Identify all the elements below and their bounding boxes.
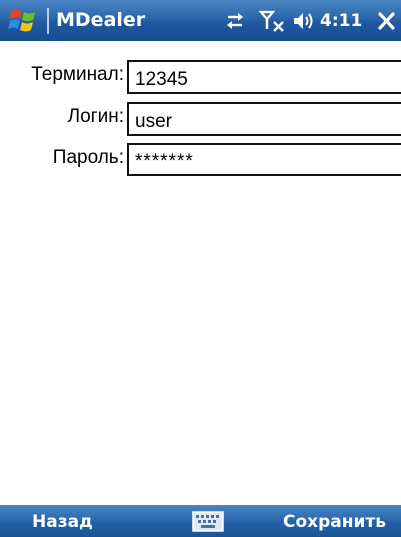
login-label: Логин: [67, 106, 124, 127]
save-softkey[interactable]: Сохранить [283, 510, 386, 534]
password-label: Пароль: [52, 147, 124, 168]
terminal-input[interactable] [127, 60, 401, 94]
back-softkey[interactable]: Назад [32, 510, 93, 534]
signal-off-icon[interactable] [259, 9, 285, 33]
terminal-label: Терминал: [31, 64, 124, 85]
keyboard-icon[interactable] [192, 511, 224, 532]
windows-start-icon[interactable] [8, 6, 40, 36]
screen: MDealer 4:11 Терминал: Логин: [0, 0, 401, 537]
terminal-row: Терминал: [0, 60, 401, 96]
app-title: MDealer [56, 9, 146, 31]
password-input[interactable] [127, 143, 401, 176]
title-separator [47, 8, 49, 34]
login-input[interactable] [127, 102, 401, 136]
clock[interactable]: 4:11 [320, 8, 362, 34]
login-row: Логин: [0, 102, 401, 138]
volume-icon[interactable] [292, 9, 316, 33]
close-icon[interactable] [372, 6, 401, 36]
password-row: Пароль: [0, 143, 401, 179]
title-bar: MDealer 4:11 [0, 0, 401, 41]
sync-icon[interactable] [223, 9, 247, 33]
menu-bar: Назад Сохранить [0, 505, 401, 537]
